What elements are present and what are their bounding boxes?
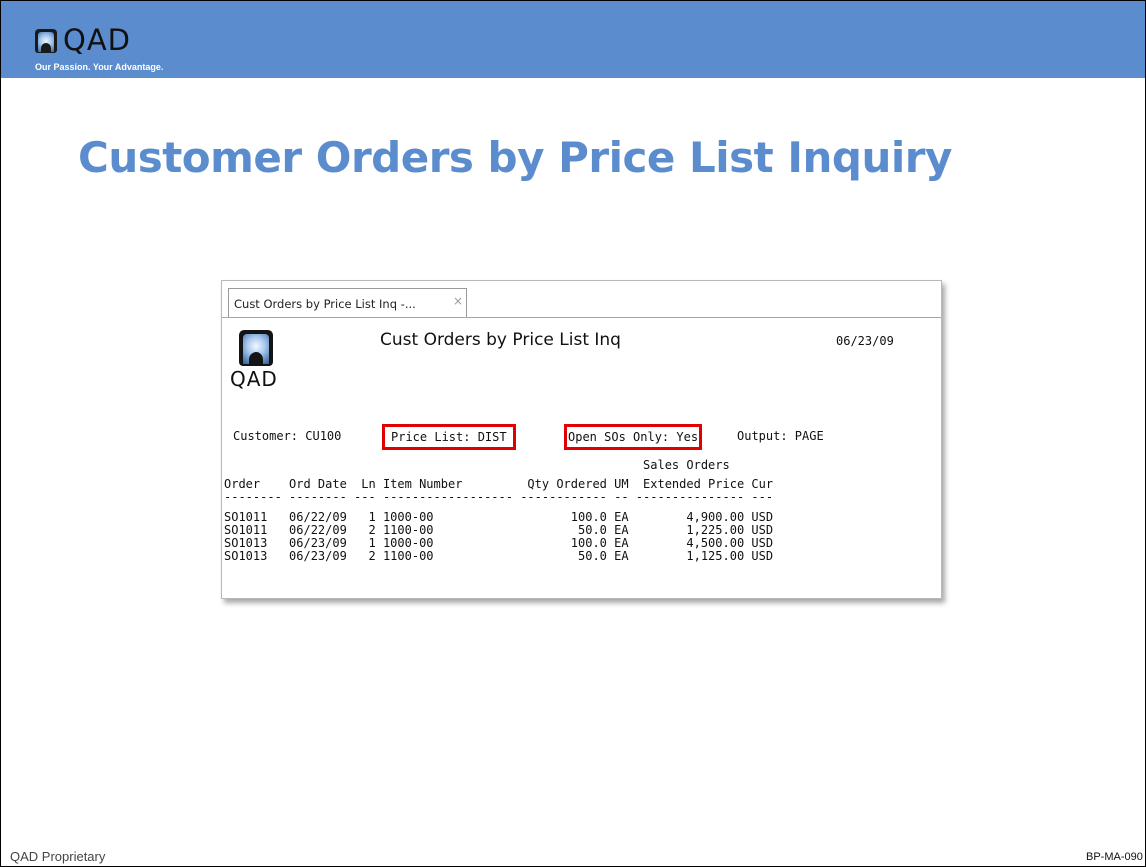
qad-emblem-icon [239,330,273,366]
footer-page-code: BP-MA-090 [1086,851,1143,863]
column-group-header: Sales Orders [224,458,730,472]
header-band: QAD Our Passion. Your Advantage. [1,1,1145,78]
tab-cust-orders[interactable]: Cust Orders by Price List Inq -... × [228,288,467,317]
qad-logo-icon [35,29,57,53]
table-row: SO1013 06/23/09 2 1100-00 50.0 EA 1,125.… [224,549,774,563]
report-date: 06/23/09 [836,334,894,348]
logo-tagline: Our Passion. Your Advantage. [35,62,164,72]
customer-param: Customer: CU100 [233,429,342,443]
tab-label: Cust Orders by Price List Inq -... [234,297,416,311]
report-body: QAD Cust Orders by Price List Inq 06/23/… [222,318,941,598]
tab-bar: Cust Orders by Price List Inq -... × [222,281,941,318]
close-icon[interactable]: × [453,294,463,308]
price-list-param: Price List: DIST [382,424,516,450]
logo-wordmark: QAD [63,23,131,57]
output-param: Output: PAGE [737,429,824,443]
inquiry-window: Cust Orders by Price List Inq -... × QAD… [221,280,942,599]
open-sos-param: Open SOs Only: Yes [564,424,703,450]
report-title: Cust Orders by Price List Inq [380,330,621,350]
qad-emblem-text: QAD [230,367,278,391]
footer-proprietary: QAD Proprietary [10,849,106,864]
column-separator: -------- -------- --- ------------------… [224,490,774,504]
slide-title: Customer Orders by Price List Inquiry [78,133,952,182]
